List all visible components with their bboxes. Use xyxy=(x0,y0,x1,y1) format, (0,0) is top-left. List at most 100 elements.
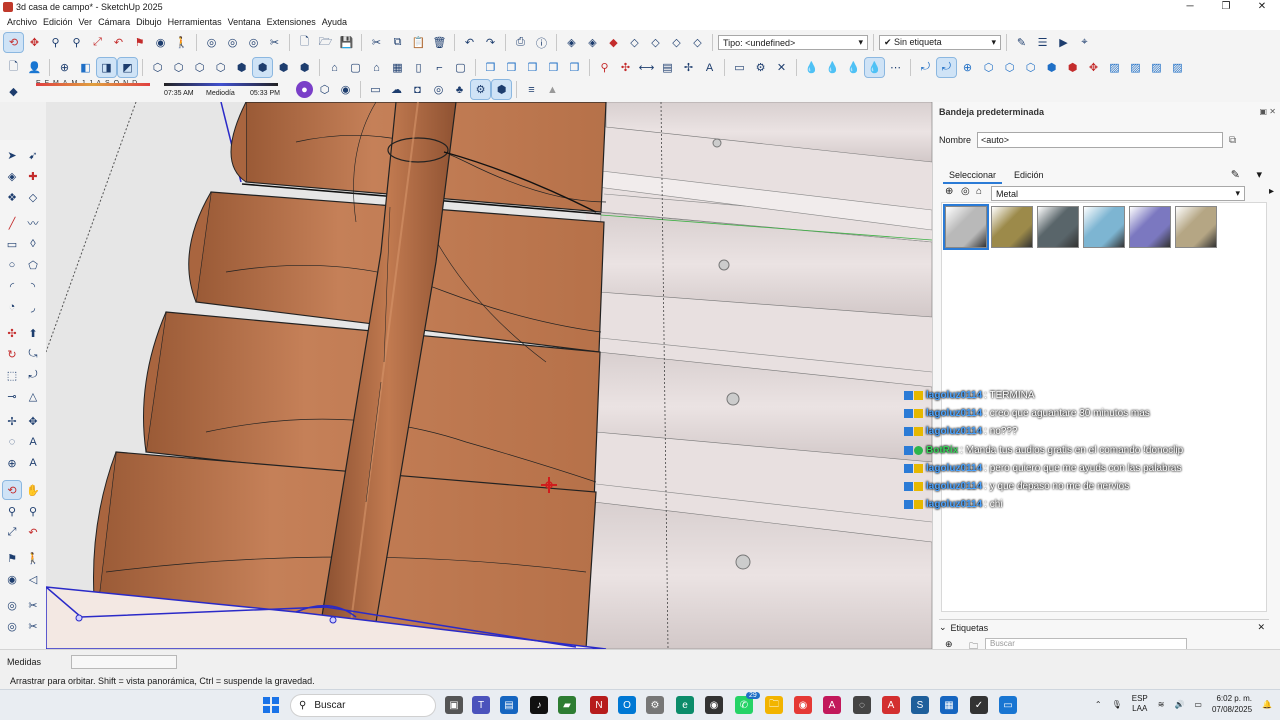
netflix-icon[interactable]: N xyxy=(590,696,608,714)
explode-icon[interactable]: ❐ xyxy=(523,58,542,77)
solid-trim-icon[interactable]: ⬢ xyxy=(1042,58,1061,77)
paint-icon[interactable]: ◈ xyxy=(3,167,21,185)
model-info-icon[interactable]: ⓘ xyxy=(532,33,551,52)
tape-icon[interactable]: ⟷ xyxy=(637,58,656,77)
zoom-extents-left-icon[interactable]: ⤢ xyxy=(3,523,21,541)
text-left-icon[interactable]: ◌ xyxy=(3,433,21,451)
material-swatch[interactable] xyxy=(1129,206,1171,248)
group-icon[interactable]: ❐ xyxy=(502,58,521,77)
explorer-app-icon[interactable]: ▤ xyxy=(500,696,518,714)
section-icon[interactable]: ▢ xyxy=(346,58,365,77)
pin-icon[interactable]: ⚲ xyxy=(595,58,614,77)
material-swatch[interactable] xyxy=(991,206,1033,248)
open-folder-icon[interactable]: 🗁 xyxy=(316,33,335,52)
menu-ayuda[interactable]: Ayuda xyxy=(319,17,350,27)
arc3-icon[interactable]: ◞ xyxy=(24,298,42,316)
taskbar-search[interactable]: ⚲ Buscar xyxy=(290,694,436,717)
drop-outline-icon[interactable]: 💧 xyxy=(802,58,821,77)
drop-solid-icon[interactable]: 💧 xyxy=(844,58,863,77)
undo-icon[interactable]: ↶ xyxy=(460,33,479,52)
solid-subtract-icon[interactable]: ⬡ xyxy=(1000,58,1019,77)
text-icon[interactable]: ▤ xyxy=(658,58,677,77)
mic-icon[interactable]: 🎙 xyxy=(1112,700,1122,709)
3d-text-left-icon[interactable]: A xyxy=(24,454,42,472)
outliner-icon[interactable]: ☰ xyxy=(1033,33,1052,52)
paint-bucket-icon[interactable]: 💧 xyxy=(864,57,885,78)
back-view-icon[interactable]: ⬢ xyxy=(232,58,251,77)
style-edit-icon[interactable]: ▨ xyxy=(1147,58,1166,77)
pie-icon[interactable]: ◔ xyxy=(3,298,21,316)
user-icon[interactable]: 👤 xyxy=(25,58,44,77)
move-icon[interactable]: ✣ xyxy=(3,324,21,342)
polygon-icon[interactable]: ⬠ xyxy=(24,256,42,274)
xray-icon[interactable]: ◧ xyxy=(76,58,95,77)
push-pull-icon[interactable]: ⬆ xyxy=(24,324,42,342)
style-builder-icon[interactable]: ▨ xyxy=(1126,58,1145,77)
pan-tool-icon[interactable]: ✥ xyxy=(25,33,44,52)
hidden-icon[interactable]: ⋯ xyxy=(886,58,905,77)
dimension-left-icon[interactable]: ✥ xyxy=(24,412,42,430)
stairs-icon[interactable]: ⌐ xyxy=(430,58,449,77)
window-icon[interactable]: ▦ xyxy=(388,58,407,77)
save-icon[interactable]: 💾 xyxy=(337,33,356,52)
previous-left-icon[interactable]: ↶ xyxy=(24,523,42,541)
walk-left-icon[interactable]: 🚶 xyxy=(24,549,42,567)
ruby-left-icon[interactable]: ✂ xyxy=(24,617,42,635)
settings-app-icon[interactable]: ⚙ xyxy=(646,696,664,714)
make-component-icon[interactable]: ✚ xyxy=(24,167,42,185)
lens-icon[interactable]: ◎ xyxy=(429,80,448,99)
app-a-icon[interactable]: A xyxy=(823,696,841,714)
axes-icon[interactable]: ✣ xyxy=(616,58,635,77)
zoom-window-icon[interactable]: ⚲ xyxy=(67,33,86,52)
warehouse-left-icon[interactable]: ◎ xyxy=(3,596,21,614)
tiktok-icon[interactable]: ♪ xyxy=(530,696,548,714)
warehouse-icon[interactable]: ◎ xyxy=(202,33,221,52)
library-select[interactable]: Metal ▾ xyxy=(991,186,1245,201)
extension-warehouse-icon[interactable]: ◎ xyxy=(223,33,242,52)
building-icon[interactable]: ⌂ xyxy=(367,58,386,77)
follow-me-left-icon[interactable]: ⤿ xyxy=(24,345,42,363)
streamlabs-icon[interactable]: ✓ xyxy=(970,696,988,714)
geo-location-icon[interactable]: ⌖ xyxy=(1075,33,1094,52)
lasso-icon[interactable]: ➹ xyxy=(24,146,42,164)
erase-icon[interactable]: 🗑 xyxy=(430,33,449,52)
windows-start-icon[interactable] xyxy=(263,697,279,713)
rectangle-icon[interactable]: ▭ xyxy=(3,235,21,253)
flip-edge-icon[interactable]: ◇ xyxy=(688,33,707,52)
maximize-icon[interactable]: ❐ xyxy=(1208,0,1244,14)
smoove-icon[interactable]: ◆ xyxy=(604,33,623,52)
shadows-icon[interactable]: ◆ xyxy=(4,82,23,101)
cube-icon[interactable]: ⬡ xyxy=(315,80,334,99)
orbit-tool-icon[interactable]: ⟲ xyxy=(3,32,24,53)
profile-avatar-icon[interactable]: ● xyxy=(296,81,313,98)
freehand-icon[interactable]: 〰 xyxy=(24,214,42,232)
hamburger-icon[interactable]: ≡ xyxy=(522,80,541,99)
shaded-icon[interactable]: ⬢ xyxy=(274,58,293,77)
app-record-icon[interactable]: ◌ xyxy=(853,696,871,714)
front-view-icon[interactable]: ⬡ xyxy=(190,58,209,77)
share-left-icon[interactable]: ◎ xyxy=(3,617,21,635)
intersect-icon[interactable]: ❐ xyxy=(544,58,563,77)
chrome-icon[interactable]: ◉ xyxy=(794,696,812,714)
outlook-icon[interactable]: O xyxy=(618,696,636,714)
offset-left-icon[interactable]: ⤾ xyxy=(24,366,42,384)
frame-icon[interactable]: ▢ xyxy=(451,58,470,77)
right-view-icon[interactable]: ⬡ xyxy=(211,58,230,77)
sphere-icon[interactable]: ◉ xyxy=(336,80,355,99)
section-left-icon[interactable]: ◁ xyxy=(24,570,42,588)
3d-text-icon[interactable]: A xyxy=(700,58,719,77)
mountain-icon[interactable]: ▲ xyxy=(543,80,562,99)
delete-x-icon[interactable]: ✕ xyxy=(772,58,791,77)
component-make-icon[interactable]: ❖ xyxy=(3,188,21,206)
tray-pin-icon[interactable]: ▣ ✕ xyxy=(1260,107,1276,116)
menu-ver[interactable]: Ver xyxy=(76,17,96,27)
tipo-combo[interactable]: Tipo: <undefined> ▾ xyxy=(718,35,868,50)
section-plane-icon[interactable]: ⊕ xyxy=(3,454,21,472)
sandbox-scratch-icon[interactable]: ◈ xyxy=(583,33,602,52)
tag-tool-icon[interactable]: ✎ xyxy=(1012,33,1031,52)
solid-union-icon[interactable]: ⬡ xyxy=(979,58,998,77)
menu-extensiones[interactable]: Extensiones xyxy=(264,17,319,27)
page-icon[interactable]: 🗋 xyxy=(4,58,23,77)
stamp-icon[interactable]: ◇ xyxy=(625,33,644,52)
month-slider[interactable] xyxy=(36,83,150,86)
